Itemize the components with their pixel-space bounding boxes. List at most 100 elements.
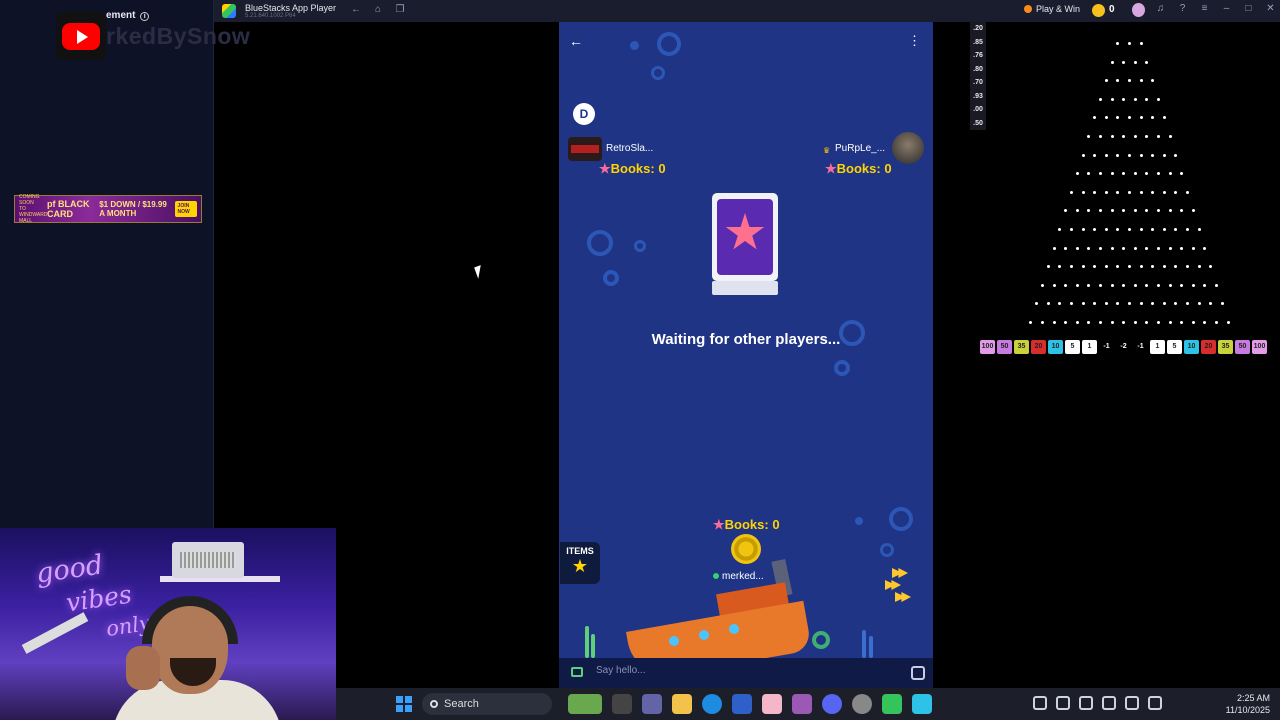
payout-slot: 5 bbox=[1167, 340, 1182, 354]
starfish-icon bbox=[725, 213, 765, 250]
back-arrow-icon[interactable]: ← bbox=[569, 33, 583, 49]
notepad-icon[interactable] bbox=[912, 694, 932, 714]
plinko-peg bbox=[1139, 79, 1143, 83]
fish-icon bbox=[895, 592, 911, 602]
bell-icon[interactable]: ♫ bbox=[1154, 3, 1167, 17]
back-arrow-icon[interactable]: ← bbox=[350, 4, 362, 15]
bubble-decor bbox=[834, 360, 850, 376]
plinko-peg bbox=[1093, 153, 1097, 157]
items-button[interactable]: ITEMS ★ bbox=[560, 542, 600, 584]
task-view-icon[interactable] bbox=[612, 694, 632, 714]
player-1-avatar[interactable] bbox=[568, 137, 602, 161]
copilot-icon[interactable] bbox=[792, 694, 812, 714]
file-explorer-icon[interactable] bbox=[672, 694, 692, 714]
youtube-caption: ement i bbox=[106, 10, 150, 21]
headphones-icon bbox=[142, 596, 238, 644]
bubble-decor bbox=[603, 270, 619, 286]
plinko-peg bbox=[1157, 172, 1160, 176]
plinko-peg bbox=[1162, 190, 1166, 194]
sticker-icon[interactable] bbox=[911, 666, 925, 680]
edge-icon[interactable] bbox=[702, 694, 722, 714]
account-avatar[interactable] bbox=[1132, 3, 1145, 17]
search-label: Search bbox=[444, 698, 479, 710]
plinko-peg bbox=[1151, 116, 1155, 120]
wifi-icon[interactable] bbox=[1125, 696, 1139, 710]
plinko-peg bbox=[1075, 246, 1079, 250]
seaweed bbox=[585, 626, 589, 658]
menu-icon[interactable]: ≡ bbox=[1198, 3, 1211, 17]
plinko-peg bbox=[1133, 209, 1137, 213]
plinko-peg bbox=[1139, 302, 1143, 306]
plinko-peg bbox=[1058, 228, 1062, 231]
play-win-button[interactable]: Play & Win bbox=[1024, 4, 1080, 14]
chat-input[interactable]: Say hello... bbox=[596, 665, 645, 676]
kebab-menu-icon[interactable]: ⋮ bbox=[908, 33, 921, 49]
plinko-peg bbox=[1145, 60, 1149, 64]
store-icon[interactable] bbox=[732, 694, 752, 714]
tray-pen-icon[interactable] bbox=[1102, 696, 1116, 710]
odds-value: .80 bbox=[973, 65, 983, 73]
plinko-peg bbox=[1087, 172, 1091, 176]
maximize-icon[interactable]: □ bbox=[1242, 3, 1255, 17]
payout-slot: 50 bbox=[1235, 340, 1250, 354]
plinko-peg bbox=[1075, 321, 1079, 324]
plinko-peg bbox=[1162, 265, 1166, 269]
plinko-peg bbox=[1070, 265, 1073, 269]
plinko-peg bbox=[1174, 190, 1178, 194]
player-2-books: ★Books: 0 bbox=[825, 161, 892, 177]
plinko-peg bbox=[1139, 116, 1143, 120]
volume-icon[interactable] bbox=[1148, 696, 1162, 710]
plinko-peg bbox=[1099, 172, 1102, 176]
webcam-feed: good vibes only bbox=[0, 528, 336, 720]
bluestacks-taskbar-icon[interactable] bbox=[882, 694, 902, 714]
tray-sync-icon[interactable] bbox=[1079, 696, 1093, 710]
neon-sign-word-2: vibes bbox=[64, 579, 134, 618]
seaweed bbox=[591, 634, 595, 658]
taskbar-app-icons bbox=[568, 694, 932, 714]
plinko-peg bbox=[1226, 321, 1230, 324]
paint-icon[interactable] bbox=[762, 694, 782, 714]
taskbar-search[interactable]: Search bbox=[422, 693, 552, 715]
player-1-name: RetroSla... bbox=[606, 143, 654, 154]
plinko-peg bbox=[1116, 79, 1120, 83]
multi-instance-icon[interactable]: ❐ bbox=[394, 4, 406, 15]
discord-icon[interactable] bbox=[822, 694, 842, 714]
plinko-peg bbox=[1110, 321, 1114, 324]
widgets-icon[interactable] bbox=[568, 694, 602, 714]
plinko-peg bbox=[1116, 190, 1120, 194]
close-icon[interactable]: ✕ bbox=[1264, 3, 1277, 17]
my-books-text: Books: 0 bbox=[724, 517, 780, 532]
taskbar-clock[interactable]: 2:25 AM 11/10/2025 bbox=[1226, 692, 1270, 716]
my-avatar[interactable] bbox=[731, 534, 761, 564]
home-icon[interactable]: ⌂ bbox=[372, 4, 384, 15]
plinko-peg bbox=[1052, 246, 1056, 250]
porthole bbox=[729, 624, 739, 634]
bubble-decor bbox=[587, 230, 613, 256]
ad-cta-button[interactable]: JOIN NOW bbox=[174, 201, 197, 217]
bluestacks-logo-icon bbox=[222, 4, 236, 18]
player-2-avatar[interactable] bbox=[892, 132, 924, 164]
minimize-icon[interactable]: – bbox=[1220, 3, 1233, 17]
ad-banner[interactable]: COMING SOON TO WINDWARD MALL pf BLACK CA… bbox=[14, 194, 202, 224]
plinko-peg bbox=[1157, 135, 1160, 138]
plinko-peg bbox=[1168, 321, 1172, 324]
payout-slot: -1 bbox=[1103, 343, 1110, 350]
seaweed bbox=[862, 630, 866, 658]
bluestacks-titlebar: BlueStacks App Player 5.21.640.1002 P64 … bbox=[214, 0, 1280, 22]
help-icon[interactable]: ? bbox=[1176, 3, 1189, 17]
obs-icon[interactable] bbox=[852, 694, 872, 714]
windows-start-icon[interactable] bbox=[396, 696, 412, 712]
plinko-peg bbox=[1174, 302, 1178, 306]
stream-overlay-panel: ement i rkedBySnow COMING SOON TO WINDWA… bbox=[0, 0, 250, 528]
tray-app-icon[interactable] bbox=[1056, 696, 1070, 710]
plinko-peg bbox=[1122, 246, 1126, 250]
plinko-peg bbox=[1075, 283, 1079, 287]
chat-icon[interactable] bbox=[571, 667, 583, 677]
draw-pile[interactable] bbox=[712, 193, 780, 296]
crown-icon: ♛ bbox=[823, 146, 831, 155]
teams-icon[interactable] bbox=[642, 694, 662, 714]
tray-chevron-icon[interactable] bbox=[1033, 696, 1047, 710]
play-win-label: Play & Win bbox=[1036, 4, 1081, 14]
plinko-peg bbox=[1128, 228, 1131, 231]
youtube-caption-text: ement bbox=[106, 10, 136, 21]
